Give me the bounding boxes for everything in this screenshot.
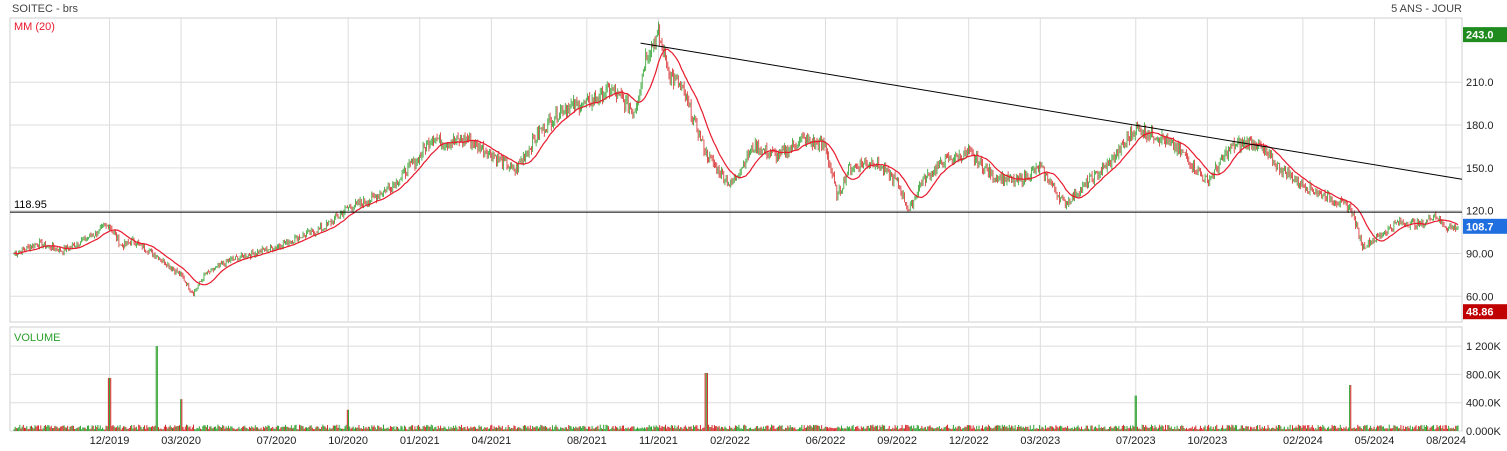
price-y-tick-label: 90.00	[1466, 248, 1494, 260]
chart-period: 5 ANS - JOUR	[1391, 3, 1462, 15]
volume-y-tick-label: 1 200K	[1466, 341, 1502, 353]
x-tick-label: 01/2021	[400, 435, 440, 447]
price-y-tick-label: 180.0	[1466, 120, 1494, 132]
stock-chart: SOITEC - brs 5 ANS - JOUR MM (20) 118.95…	[9, 3, 1507, 447]
x-tick-label: 03/2023	[1020, 435, 1060, 447]
x-tick-label: 12/2019	[90, 435, 130, 447]
high-badge: 243.0	[1466, 30, 1494, 42]
price-panel	[9, 17, 1463, 323]
x-tick-label: 02/2024	[1283, 435, 1323, 447]
x-tick-label: 09/2022	[877, 435, 917, 447]
volume-y-tick-label: 400.0K	[1466, 398, 1502, 410]
price-y-tick-label: 210.0	[1466, 77, 1494, 89]
x-tick-label: 02/2022	[710, 435, 750, 447]
x-tick-label: 12/2022	[949, 435, 989, 447]
volume-y-tick-label: 0.000K	[1466, 426, 1502, 438]
last-price-badge: 108.7	[1466, 221, 1494, 233]
x-tick-label: 10/2020	[328, 435, 368, 447]
x-tick-label: 03/2020	[161, 435, 201, 447]
chart-title: SOITEC - brs	[12, 3, 79, 15]
volume-y-tick-label: 800.0K	[1466, 369, 1502, 381]
ma-indicator-label: MM (20)	[14, 21, 55, 33]
low-badge: 48.86	[1466, 307, 1494, 319]
x-tick-label: 07/2020	[257, 435, 297, 447]
x-tick-label: 08/2021	[567, 435, 607, 447]
x-tick-label: 06/2022	[806, 435, 846, 447]
price-y-tick-label: 150.0	[1466, 163, 1494, 175]
x-tick-label: 11/2021	[639, 435, 678, 447]
x-tick-label: 05/2024	[1355, 435, 1395, 447]
price-y-tick-label: 120.0	[1466, 206, 1494, 218]
support-line-label: 118.95	[14, 199, 47, 211]
volume-panel	[9, 326, 1463, 432]
x-tick-label: 08/2024	[1426, 435, 1466, 447]
x-tick-label: 04/2021	[471, 435, 511, 447]
volume-label: VOLUME	[14, 332, 60, 344]
x-tick-label: 10/2023	[1188, 435, 1228, 447]
x-tick-label: 07/2023	[1116, 435, 1156, 447]
price-y-tick-label: 60.00	[1466, 291, 1494, 303]
